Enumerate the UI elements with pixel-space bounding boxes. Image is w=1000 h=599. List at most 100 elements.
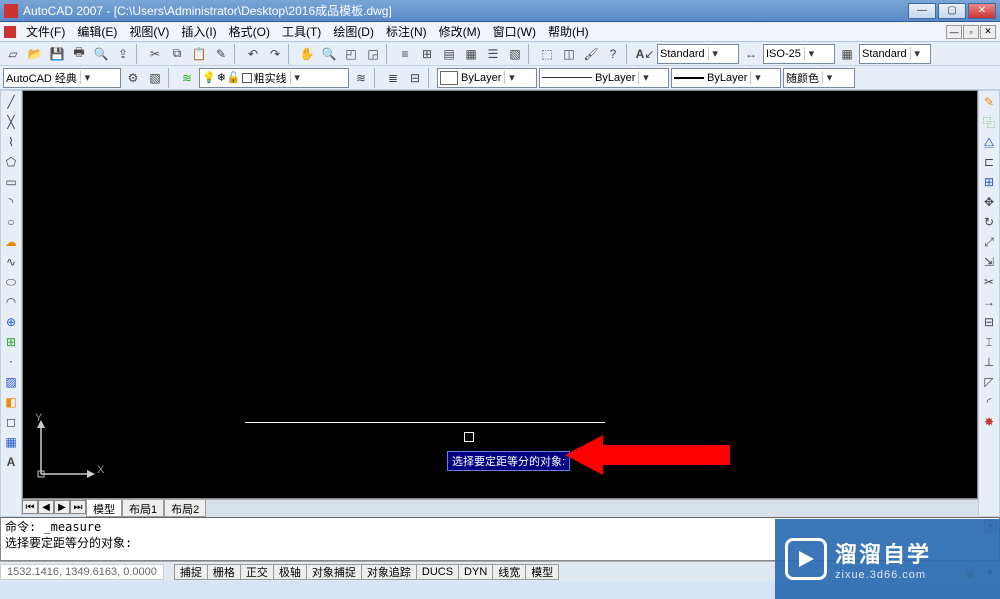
textstyle-combo[interactable]: Standard▾ xyxy=(657,44,739,64)
redo-icon[interactable]: ↷ xyxy=(265,44,285,64)
mdi-restore[interactable]: ▫ xyxy=(963,25,979,39)
table-icon[interactable]: ▦ xyxy=(2,433,20,451)
grid-toggle[interactable]: 栅格 xyxy=(207,564,241,580)
drawing-canvas[interactable]: 选择要定距等分的对象: Y X xyxy=(22,90,978,499)
toolpal-icon[interactable]: ▤ xyxy=(439,44,459,64)
extend-icon[interactable]: → xyxy=(980,293,998,311)
save-icon[interactable]: 💾 xyxy=(47,44,67,64)
arc-icon[interactable]: ◝ xyxy=(2,193,20,211)
dcenter-icon[interactable]: ⊞ xyxy=(417,44,437,64)
erase-icon[interactable]: ✎ xyxy=(980,93,998,111)
blockedit-icon[interactable]: ◫ xyxy=(559,44,579,64)
mdi-close[interactable]: ✕ xyxy=(980,25,996,39)
polar-toggle[interactable]: 极轴 xyxy=(273,564,307,580)
explode-icon[interactable]: ✸ xyxy=(980,413,998,431)
zoom-prev-icon[interactable]: ◲ xyxy=(363,44,383,64)
zoom-rt-icon[interactable]: 🔍 xyxy=(319,44,339,64)
close-button[interactable]: ✕ xyxy=(968,3,996,19)
plotstyle-combo[interactable]: 随颜色▾ xyxy=(783,68,855,88)
scale-icon[interactable]: ⤢ xyxy=(980,233,998,251)
insert-icon[interactable]: ⊕ xyxy=(2,313,20,331)
array-icon[interactable]: ⊞ xyxy=(980,173,998,191)
polygon-icon[interactable]: ⬠ xyxy=(2,153,20,171)
dimstyle-icon[interactable]: ↔ xyxy=(741,44,761,64)
linetype-combo[interactable]: ByLayer▾ xyxy=(539,68,669,88)
menu-insert[interactable]: 插入(I) xyxy=(175,21,222,42)
fillet-icon[interactable]: ◜ xyxy=(980,393,998,411)
match-icon[interactable]: ✎ xyxy=(211,44,231,64)
sheetset-icon[interactable]: ▦ xyxy=(461,44,481,64)
cut-icon[interactable]: ✂ xyxy=(145,44,165,64)
color-combo[interactable]: ByLayer▾ xyxy=(437,68,537,88)
layer-combo[interactable]: 💡❄🔓 粗实线▾ xyxy=(199,68,349,88)
join-icon[interactable]: ⊥ xyxy=(980,353,998,371)
layer-iso-icon[interactable]: ⊟ xyxy=(405,68,425,88)
move-icon[interactable]: ✥ xyxy=(980,193,998,211)
menu-tools[interactable]: 工具(T) xyxy=(276,21,327,42)
zoom-win-icon[interactable]: ◰ xyxy=(341,44,361,64)
spline-icon[interactable]: ∿ xyxy=(2,253,20,271)
tab-layout2[interactable]: 布局2 xyxy=(164,500,206,517)
tab-model[interactable]: 模型 xyxy=(86,500,122,517)
lineweight-combo[interactable]: ByLayer▾ xyxy=(671,68,781,88)
tab-last-icon[interactable]: ⏭ xyxy=(70,500,86,514)
dyn-toggle[interactable]: DYN xyxy=(458,564,493,580)
markup-icon[interactable]: ☰ xyxy=(483,44,503,64)
new-icon[interactable]: ▱ xyxy=(3,44,23,64)
otrack-toggle[interactable]: 对象追踪 xyxy=(361,564,417,580)
stretch-icon[interactable]: ⇲ xyxy=(980,253,998,271)
pan-icon[interactable]: ✋ xyxy=(297,44,317,64)
preview-icon[interactable]: 🔍 xyxy=(91,44,111,64)
tablestyle-icon[interactable]: ▦ xyxy=(837,44,857,64)
chamfer-icon[interactable]: ◸ xyxy=(980,373,998,391)
line-icon[interactable]: ╱ xyxy=(2,93,20,111)
tab-layout1[interactable]: 布局1 xyxy=(122,500,164,517)
model-toggle[interactable]: 模型 xyxy=(525,564,559,580)
trim-icon[interactable]: ✂ xyxy=(980,273,998,291)
ws-settings-icon[interactable]: ⚙ xyxy=(123,68,143,88)
hatch-icon[interactable]: ▨ xyxy=(2,373,20,391)
layer-prev-icon[interactable]: ≋ xyxy=(351,68,371,88)
menu-modify[interactable]: 修改(M) xyxy=(433,21,487,42)
xline-icon[interactable]: ╳ xyxy=(2,113,20,131)
tab-next-icon[interactable]: ▶ xyxy=(54,500,70,514)
paste-icon[interactable]: 📋 xyxy=(189,44,209,64)
layers-icon[interactable]: ≋ xyxy=(177,68,197,88)
region-icon[interactable]: ◻ xyxy=(2,413,20,431)
break-pt-icon[interactable]: ⊟ xyxy=(980,313,998,331)
tab-prev-icon[interactable]: ◀ xyxy=(38,500,54,514)
menu-dim[interactable]: 标注(N) xyxy=(380,21,433,42)
ellipse-icon[interactable]: ⬭ xyxy=(2,273,20,291)
lwt-toggle[interactable]: 线宽 xyxy=(492,564,526,580)
help-icon[interactable]: ? xyxy=(603,44,623,64)
textstyle-icon[interactable]: A↙ xyxy=(635,44,655,64)
copy-icon[interactable]: ⧉ xyxy=(167,44,187,64)
menu-file[interactable]: 文件(F) xyxy=(20,21,71,42)
circle-icon[interactable]: ○ xyxy=(2,213,20,231)
dimstyle-combo[interactable]: ISO-25▾ xyxy=(763,44,835,64)
block-icon[interactable]: ⬚ xyxy=(537,44,557,64)
mirror-icon[interactable]: ⧋ xyxy=(980,133,998,151)
snap-toggle[interactable]: 捕捉 xyxy=(174,564,208,580)
gradient-icon[interactable]: ◧ xyxy=(2,393,20,411)
rect-icon[interactable]: ▭ xyxy=(2,173,20,191)
mdi-minimize[interactable]: — xyxy=(946,25,962,39)
layerstate-icon[interactable]: ≣ xyxy=(383,68,403,88)
maximize-button[interactable]: ▢ xyxy=(938,3,966,19)
menu-draw[interactable]: 绘图(D) xyxy=(327,21,380,42)
publish-icon[interactable]: ⇪ xyxy=(113,44,133,64)
menu-help[interactable]: 帮助(H) xyxy=(542,21,595,42)
paint-icon[interactable]: 🖌 xyxy=(581,44,601,64)
print-icon[interactable]: 🖶 xyxy=(69,44,89,64)
menu-view[interactable]: 视图(V) xyxy=(123,21,175,42)
workspace-combo[interactable]: AutoCAD 经典▾ xyxy=(3,68,121,88)
tab-first-icon[interactable]: ⏮ xyxy=(22,500,38,514)
makeblock-icon[interactable]: ⊞ xyxy=(2,333,20,351)
tablestyle-combo[interactable]: Standard▾ xyxy=(859,44,931,64)
ortho-toggle[interactable]: 正交 xyxy=(240,564,274,580)
break-icon[interactable]: ⌶ xyxy=(980,333,998,351)
rotate-icon[interactable]: ↻ xyxy=(980,213,998,231)
props-icon[interactable]: ≡ xyxy=(395,44,415,64)
menu-window[interactable]: 窗口(W) xyxy=(487,21,542,42)
mtext-icon[interactable]: A xyxy=(2,453,20,471)
